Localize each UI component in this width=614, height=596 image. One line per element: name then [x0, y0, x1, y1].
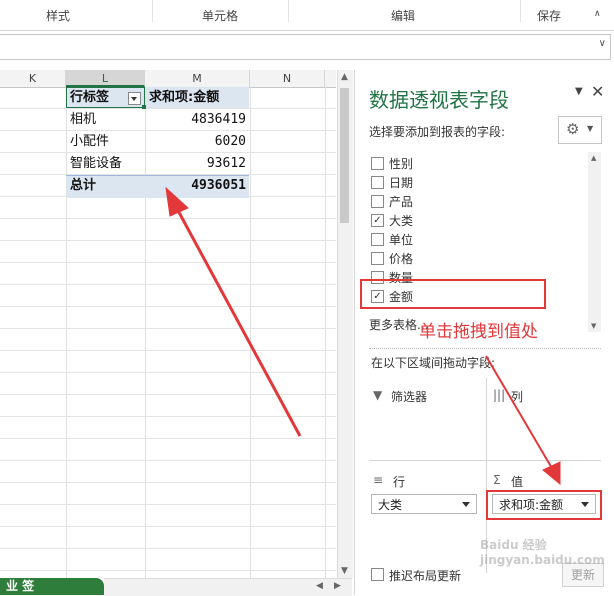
- arrow-to-values-head: [542, 461, 561, 486]
- watermark: Baidu 经验 jingyan.baidu.com: [480, 538, 605, 567]
- arrow-to-values-line: [485, 355, 554, 471]
- arrow-to-total-line: [173, 204, 302, 437]
- annotation-text: 单击拖拽到值处: [419, 322, 538, 342]
- annotation-arrows: [165, 186, 561, 486]
- arrow-to-total-head: [165, 186, 189, 217]
